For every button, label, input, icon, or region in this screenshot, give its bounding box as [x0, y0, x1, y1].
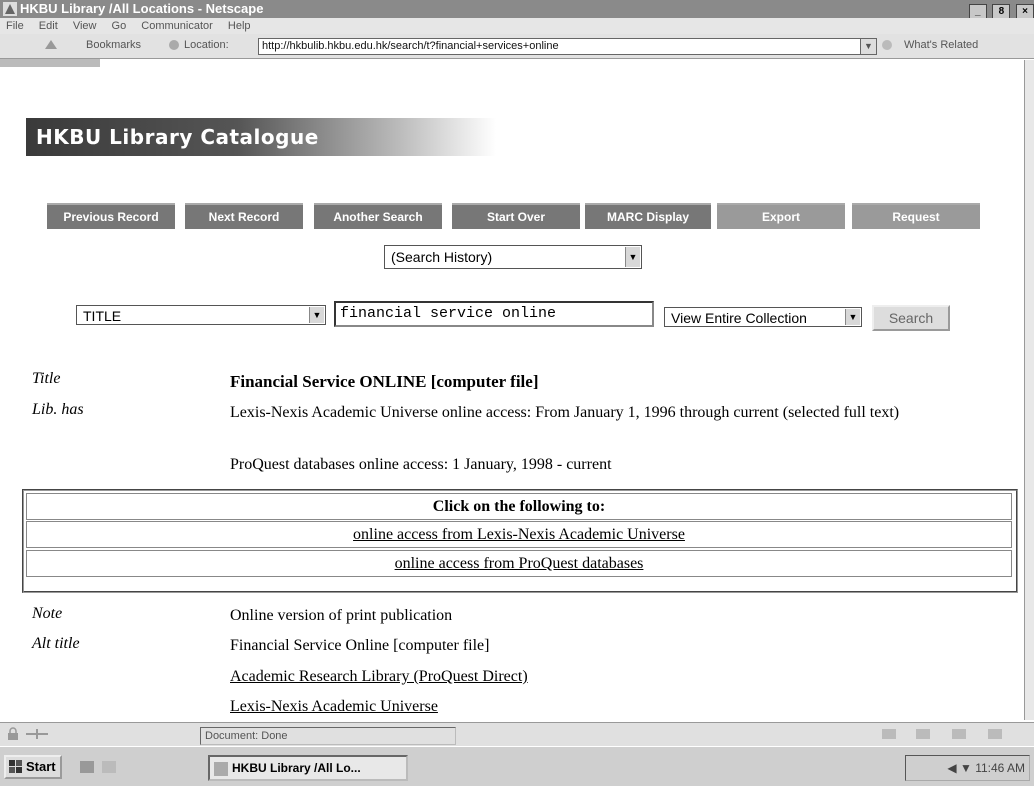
banner-title: HKBU Library Catalogue: [36, 125, 319, 149]
menu-communicator[interactable]: Communicator: [141, 20, 213, 32]
component-bar-icon[interactable]: [880, 727, 1020, 744]
collection-value: View Entire Collection: [671, 310, 807, 326]
online-access-row: online access from Lexis-Nexis Academic …: [26, 521, 1012, 548]
system-tray: ◀ ▼ 11:46 AM: [905, 755, 1030, 781]
search-history-dropdown[interactable]: (Search History) ▼: [384, 245, 642, 269]
search-type-value: TITLE: [83, 308, 122, 324]
menu-bar: File Edit View Go Communicator Help: [0, 18, 1034, 34]
title-value: Financial Service ONLINE [computer file]: [230, 372, 539, 391]
start-over-button[interactable]: Start Over: [452, 203, 580, 229]
title-label: Title: [32, 370, 61, 387]
taskbar-item-label: HKBU Library /All Lo...: [232, 761, 361, 775]
online-access-row: online access from ProQuest databases: [26, 550, 1012, 577]
vertical-scrollbar[interactable]: [1024, 60, 1034, 720]
location-icon: [168, 39, 180, 54]
dropdown-arrow-icon: ▼: [309, 307, 324, 323]
next-record-button[interactable]: Next Record: [185, 203, 303, 229]
url-field[interactable]: http://hkbulib.hkbu.edu.hk/search/t?fina…: [258, 38, 861, 55]
location-label: Location:: [184, 39, 229, 51]
menu-help[interactable]: Help: [228, 20, 251, 32]
network-icon[interactable]: ▼: [960, 761, 972, 775]
online-status-icon: [26, 727, 48, 744]
online-access-box: Click on the following to: online access…: [22, 489, 1018, 593]
export-button[interactable]: Export: [717, 203, 845, 229]
bookmarks-button[interactable]: Bookmarks: [86, 39, 141, 51]
menu-go[interactable]: Go: [112, 20, 127, 32]
note-value: Online version of print publication: [230, 607, 453, 624]
url-dropdown-icon[interactable]: ▼: [860, 38, 877, 55]
netscape-small-icon: [214, 761, 228, 779]
proquest-access-link[interactable]: online access from ProQuest databases: [395, 555, 644, 572]
window-title: HKBU Library /All Locations - Netscape: [20, 1, 264, 16]
search-type-dropdown[interactable]: TITLE ▼: [76, 305, 326, 325]
dropdown-arrow-icon: ▼: [845, 309, 860, 325]
alt-title-value: Financial Service Online [computer file]: [230, 637, 490, 654]
security-lock-icon[interactable]: [6, 727, 20, 744]
windows-logo-icon: [9, 760, 23, 780]
location-toolbar: Bookmarks Location: http://hkbulib.hkbu.…: [0, 34, 1034, 59]
status-bar: Document: Done: [0, 722, 1034, 747]
lib-has-label: Lib. has: [32, 401, 84, 418]
alt-title-label: Alt title: [32, 635, 80, 652]
request-button[interactable]: Request: [852, 203, 980, 229]
search-button[interactable]: Search: [872, 305, 950, 331]
catalogue-banner: HKBU Library Catalogue: [26, 118, 496, 156]
note-label: Note: [32, 605, 63, 622]
lexis-nexis-universe-link[interactable]: Lexis-Nexis Academic Universe: [230, 698, 438, 716]
dropdown-arrow-icon: ▼: [625, 247, 640, 267]
another-search-button[interactable]: Another Search: [314, 203, 442, 229]
menu-file[interactable]: File: [6, 20, 24, 32]
window-title-bar: HKBU Library /All Locations - Netscape _…: [0, 0, 1034, 20]
status-text: Document: Done: [200, 727, 456, 745]
online-access-header: Click on the following to:: [26, 493, 1012, 520]
whats-related-icon[interactable]: [880, 39, 894, 54]
clock: 11:46 AM: [975, 761, 1025, 775]
menu-view[interactable]: View: [73, 20, 97, 32]
start-button[interactable]: Start: [4, 755, 62, 779]
menu-edit[interactable]: Edit: [39, 20, 58, 32]
start-label: Start: [26, 759, 56, 774]
previous-record-button[interactable]: Previous Record: [47, 203, 175, 229]
academic-research-library-link[interactable]: Academic Research Library (ProQuest Dire…: [230, 668, 528, 686]
search-history-value: (Search History): [391, 249, 493, 265]
volume-icon[interactable]: ◀: [947, 761, 956, 775]
quicklaunch-icon[interactable]: [80, 759, 120, 780]
search-input[interactable]: financial service online: [334, 301, 654, 327]
collection-dropdown[interactable]: View Entire Collection ▼: [664, 307, 862, 327]
marc-display-button[interactable]: MARC Display: [585, 203, 711, 229]
netscape-logo-icon: [3, 2, 17, 16]
toolbar-tab[interactable]: [0, 59, 100, 67]
windows-taskbar: Start HKBU Library /All Lo... ◀ ▼ 11:46 …: [0, 746, 1034, 786]
whats-related-button[interactable]: What's Related: [904, 39, 978, 51]
bookmarks-icon[interactable]: [44, 39, 58, 54]
lib-has-value-1: Lexis-Nexis Academic Universe online acc…: [230, 404, 900, 421]
taskbar-item-netscape[interactable]: HKBU Library /All Lo...: [208, 755, 408, 781]
lib-has-value-2: ProQuest databases online access: 1 Janu…: [230, 456, 612, 473]
lexis-nexis-access-link[interactable]: online access from Lexis-Nexis Academic …: [353, 526, 685, 543]
